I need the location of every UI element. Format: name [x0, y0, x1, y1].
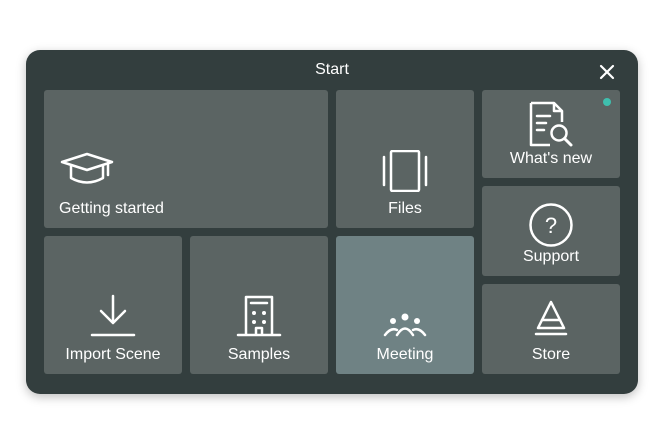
- tile-samples[interactable]: Samples: [190, 236, 328, 374]
- tile-whats-new[interactable]: What's new: [482, 90, 620, 178]
- close-icon: [599, 64, 615, 80]
- graduation-cap-icon: [60, 152, 114, 184]
- tile-label: Getting started: [59, 200, 164, 217]
- notification-dot: [603, 98, 611, 106]
- tile-support[interactable]: ? Support: [482, 186, 620, 276]
- people-group-icon: [383, 313, 427, 337]
- tile-label: Store: [531, 346, 571, 363]
- tile-files[interactable]: Files: [336, 90, 474, 228]
- tile-import-scene[interactable]: Import Scene: [44, 236, 182, 374]
- tile-label: Samples: [227, 346, 291, 363]
- tile-label: Files: [388, 200, 422, 217]
- store-triangle-icon: [534, 300, 568, 336]
- tile-meeting[interactable]: Meeting: [336, 236, 474, 374]
- download-icon: [90, 294, 136, 337]
- tile-label: What's new: [509, 150, 593, 167]
- tile-label: Meeting: [376, 346, 434, 363]
- dialog-title: Start: [315, 61, 349, 78]
- svg-text:?: ?: [545, 213, 557, 238]
- files-carousel-icon: [382, 150, 428, 192]
- start-dialog: Start Getting started Files What's new I…: [26, 50, 638, 394]
- tile-label: Support: [522, 248, 580, 265]
- close-button[interactable]: [596, 61, 618, 83]
- building-icon: [236, 295, 282, 337]
- document-search-icon: [529, 101, 573, 147]
- tile-store[interactable]: Store: [482, 284, 620, 374]
- question-circle-icon: ?: [529, 203, 573, 247]
- tile-label: Import Scene: [65, 346, 161, 363]
- tile-getting-started[interactable]: Getting started: [44, 90, 328, 228]
